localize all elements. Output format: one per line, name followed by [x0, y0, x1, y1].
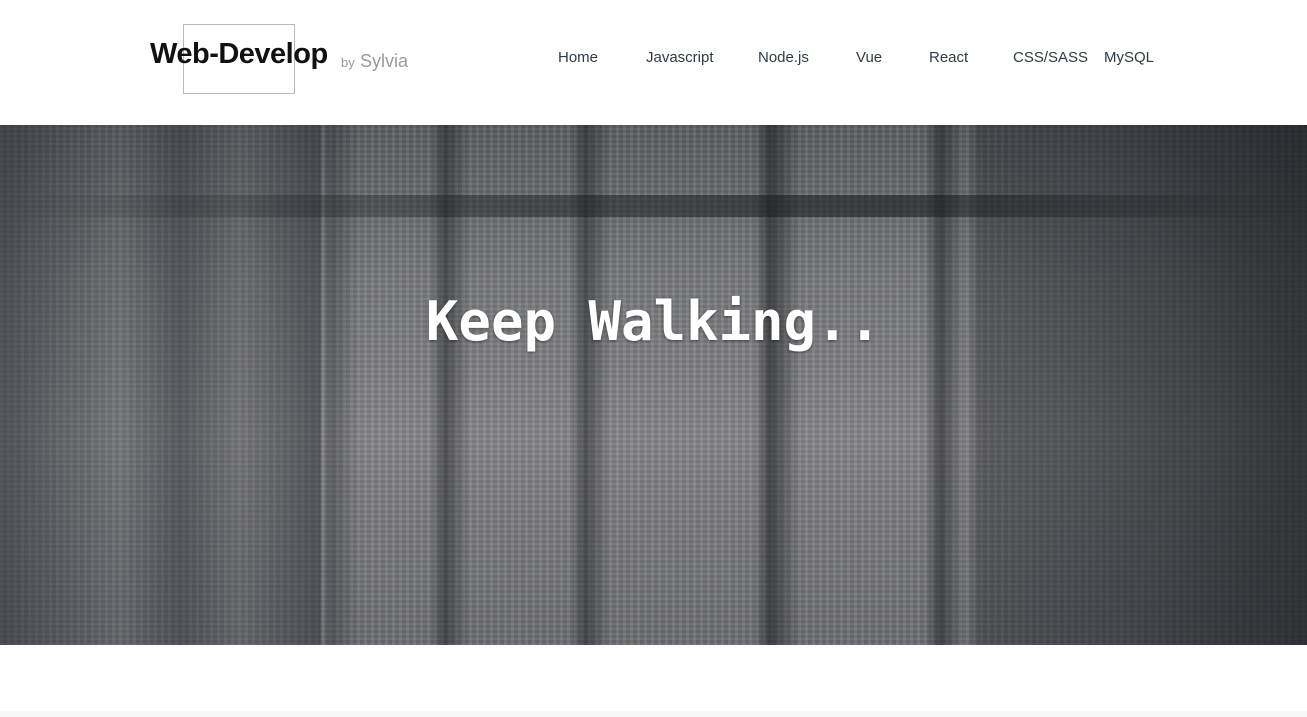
hero-banner: Keep Walking..	[0, 125, 1307, 645]
site-logo[interactable]: Web-Develop	[150, 38, 328, 71]
site-header: Web-Develop by Sylvia Home Javascript No…	[0, 0, 1307, 125]
logo-by-text: by	[341, 55, 355, 70]
nav-home[interactable]: Home	[558, 49, 598, 66]
nav-nodejs[interactable]: Node.js	[758, 49, 809, 66]
nav-vue[interactable]: Vue	[856, 49, 882, 66]
hero-title: Keep Walking..	[425, 290, 882, 353]
logo-author: Sylvia	[360, 51, 409, 71]
nav-css-sass[interactable]: CSS/SASS	[1013, 49, 1088, 66]
content-area	[0, 645, 1307, 717]
hero-texture-band	[0, 195, 1307, 217]
nav-mysql[interactable]: MySQL	[1104, 49, 1154, 66]
content-divider	[0, 711, 1307, 717]
nav-javascript[interactable]: Javascript	[646, 49, 714, 66]
nav-react[interactable]: React	[929, 49, 968, 66]
